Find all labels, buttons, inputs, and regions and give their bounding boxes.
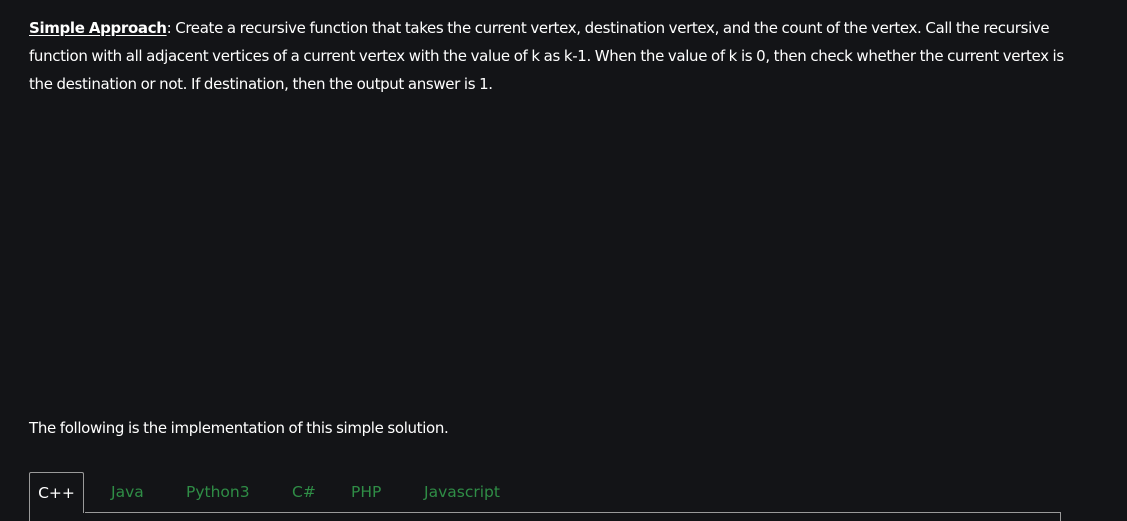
tab-javascript[interactable]: Javascript: [424, 472, 500, 512]
approach-paragraph: Simple Approach: Create a recursive func…: [29, 14, 1089, 98]
tab-cpp[interactable]: C++: [29, 472, 84, 513]
approach-text: : Create a recursive function that takes…: [29, 19, 1064, 93]
tab-python3[interactable]: Python3: [186, 472, 250, 512]
tab-java[interactable]: Java: [111, 472, 144, 512]
implementation-note: The following is the implementation of t…: [29, 419, 449, 437]
language-tabs: C++ Java Python3 C# PHP Javascript: [29, 472, 1061, 521]
tab-php[interactable]: PHP: [351, 472, 381, 512]
tab-csharp[interactable]: C#: [292, 472, 316, 512]
code-panel-left-border: [29, 512, 30, 521]
tabs-divider: [85, 512, 1061, 513]
code-panel-right-border: [1060, 512, 1061, 521]
approach-heading: Simple Approach: [29, 19, 167, 37]
